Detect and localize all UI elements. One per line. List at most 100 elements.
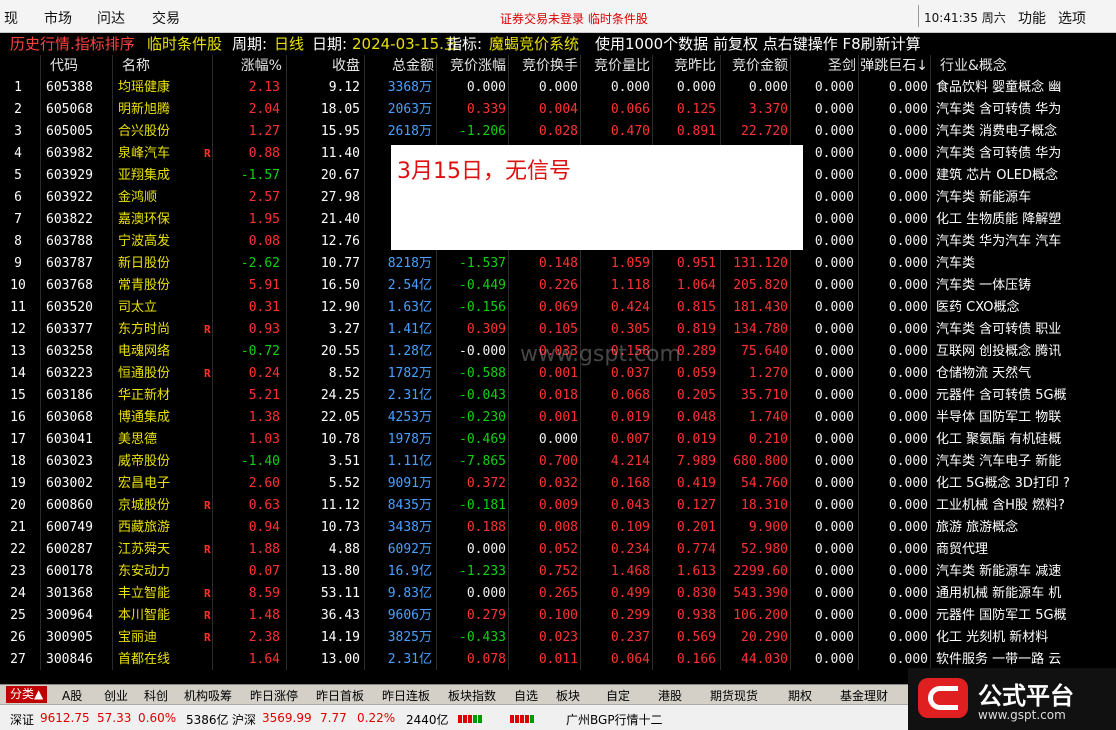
tab-chinext[interactable]: 创业	[104, 687, 128, 704]
table-row[interactable]: 24 301368 丰立智能 R 8.59 53.11 9.83亿 0.000 0.265 0.4…	[0, 583, 1116, 605]
row-number: 13	[10, 344, 26, 359]
menu-item-xian[interactable]: 现	[4, 8, 18, 28]
header-close[interactable]: 收盘	[286, 55, 360, 77]
tantiao-value: 0.000	[888, 410, 928, 425]
header-auction-volume-ratio[interactable]: 竞价量比	[580, 55, 650, 77]
watermark: www.gspt.com	[520, 342, 681, 367]
stock-name: 宁波高发	[118, 234, 171, 249]
header-code[interactable]: 代码	[50, 55, 110, 77]
stock-name: 美思德	[118, 432, 158, 447]
tab-custom[interactable]: 自定	[606, 687, 630, 704]
change-percent: 0.93	[248, 322, 280, 337]
auction-change: -1.206	[459, 124, 506, 139]
header-tantiao[interactable]: 弹跳巨石↓	[858, 55, 928, 77]
tab-yesterday-limitup[interactable]: 昨日涨停	[250, 687, 298, 704]
menu-item-function[interactable]: 功能	[1018, 8, 1046, 28]
table-row[interactable]: 16 603068 博通集成 1.38 22.05 4253万 -0.230 0.001 0.0…	[0, 407, 1116, 429]
auction-volume-ratio: 0.019	[610, 410, 650, 425]
stock-name: 宏昌电子	[118, 476, 171, 491]
auction-prev-ratio: 0.048	[676, 410, 716, 425]
row-number: 20	[10, 498, 26, 513]
table-row[interactable]: 12 603377 东方时尚 R 0.93 3.27 1.41亿 0.309 0.105 0.30…	[0, 319, 1116, 341]
stock-code: 603041	[46, 432, 93, 447]
tab-futures[interactable]: 期货现货	[710, 687, 758, 704]
tab-options[interactable]: 期权	[788, 687, 812, 704]
table-row[interactable]: 20 600860 京城股份 R 0.63 11.12 8435万 -0.181 0.009 0.…	[0, 495, 1116, 517]
tab-category[interactable]: 分类▲	[6, 686, 48, 703]
logo-mark-icon	[918, 678, 968, 718]
header-name[interactable]: 名称	[122, 55, 182, 77]
auction-turnover: 0.018	[538, 388, 578, 403]
table-row[interactable]: 22 600287 江苏舜天 R 1.88 4.88 6092万 0.000 0.052 0.23…	[0, 539, 1116, 561]
table-row[interactable]: 17 603041 美思德 1.03 10.78 1978万 -0.469 0.000 0.00…	[0, 429, 1116, 451]
header-amount[interactable]: 总金额	[364, 55, 434, 77]
date-value[interactable]: 2024-03-15.五	[352, 33, 459, 54]
auction-amount: 131.120	[733, 256, 788, 271]
row-number: 24	[10, 586, 26, 601]
total-amount: 8435万	[387, 498, 432, 513]
table-row[interactable]: 26 300905 宝丽迪 R 2.38 14.19 3825万 -0.433 0.023 0.2…	[0, 627, 1116, 649]
row-number: 18	[10, 454, 26, 469]
change-percent: -1.57	[240, 168, 280, 183]
table-row[interactable]: 3 605005 合兴股份 1.27 15.95 2618万 -1.206 0.028 0.47…	[0, 121, 1116, 143]
tab-hk[interactable]: 港股	[658, 687, 682, 704]
stock-code: 603982	[46, 146, 93, 161]
auction-volume-ratio: 0.109	[610, 520, 650, 535]
tab-funds[interactable]: 基金理财	[840, 687, 888, 704]
stock-name: 嘉澳环保	[118, 212, 171, 227]
shengjian-value: 0.000	[814, 278, 854, 293]
header-auction-prev-ratio[interactable]: 竞昨比	[652, 55, 716, 77]
period-label: 周期:	[232, 35, 268, 53]
total-amount: 1978万	[387, 432, 432, 447]
date-label: 日期:	[312, 35, 348, 53]
tab-star[interactable]: 科创	[144, 687, 168, 704]
auction-volume-ratio: 0.424	[610, 300, 650, 315]
tab-a-shares[interactable]: A股	[62, 687, 82, 704]
tab-watchlist[interactable]: 自选	[514, 687, 538, 704]
tab-sector-index[interactable]: 板块指数	[448, 687, 496, 704]
header-auction-change[interactable]: 竞价涨幅	[436, 55, 506, 77]
menu-item-wenda[interactable]: 问达	[97, 8, 125, 28]
table-row[interactable]: 10 603768 常青股份 5.91 16.50 2.54亿 -0.449 0.226 1.1…	[0, 275, 1116, 297]
auction-amount: 20.290	[741, 630, 788, 645]
view-title[interactable]: 历史行情.指标排序	[10, 33, 135, 54]
table-row[interactable]: 21 600749 西藏旅游 0.94 10.73 3438万 0.188 0.008 0.10…	[0, 517, 1116, 539]
close-price: 36.43	[320, 608, 360, 623]
tab-sector[interactable]: 板块	[556, 687, 580, 704]
table-row[interactable]: 15 603186 华正新材 5.21 24.25 2.31亿 -0.043 0.018 0.0…	[0, 385, 1116, 407]
menu-item-trade[interactable]: 交易	[152, 8, 180, 28]
table-row[interactable]: 11 603520 司太立 0.31 12.90 1.63亿 -0.156 0.069 0.42…	[0, 297, 1116, 319]
table-row[interactable]: 9 603787 新日股份 -2.62 10.77 8218万 -1.537 0.148 1.0…	[0, 253, 1116, 275]
tab-institution[interactable]: 机构吸筹	[184, 687, 232, 704]
login-status: 证券交易未登录 临时条件股	[500, 12, 648, 26]
indicator-value[interactable]: 魔蝎竞价系统	[489, 33, 579, 54]
header-shengjian[interactable]: 圣剑	[790, 55, 856, 77]
header-auction-turnover[interactable]: 竞价换手	[508, 55, 578, 77]
header-industry[interactable]: 行业&概念	[940, 55, 1116, 77]
table-row[interactable]: 2 605068 明新旭腾 2.04 18.05 2063万 0.339 0.004 0.066…	[0, 99, 1116, 121]
menu-item-market[interactable]: 市场	[44, 8, 72, 28]
condition-mode[interactable]: 临时条件股	[147, 33, 222, 54]
period-value[interactable]: 日线	[274, 33, 304, 54]
tab-yesterday-consec[interactable]: 昨日连板	[382, 687, 430, 704]
logo-url: www.gspt.com	[978, 708, 1066, 722]
change-percent: 0.63	[248, 498, 280, 513]
table-row[interactable]: 19 603002 宏昌电子 2.60 5.52 9091万 0.372 0.032 0.168…	[0, 473, 1116, 495]
header-change[interactable]: 涨幅%	[212, 55, 282, 77]
close-price: 14.19	[320, 630, 360, 645]
table-row[interactable]: 25 300964 本川智能 R 1.48 36.43 9606万 0.279 0.100 0.2…	[0, 605, 1116, 627]
industry-concepts: 食品饮料 婴童概念 幽	[936, 80, 1062, 95]
auction-prev-ratio: 0.125	[676, 102, 716, 117]
shengjian-value: 0.000	[814, 322, 854, 337]
hs-change: 7.77	[320, 711, 347, 725]
table-row[interactable]: 18 603023 威帝股份 -1.40 3.51 1.11亿 -7.865 0.700 4.2…	[0, 451, 1116, 473]
table-row[interactable]: 1 605388 均瑶健康 2.13 9.12 3368万 0.000 0.000 0.000 0…	[0, 77, 1116, 99]
table-row[interactable]: 23 600178 东安动力 0.07 13.80 16.9亿 -1.233 0.752 1.4…	[0, 561, 1116, 583]
auction-change: -7.865	[459, 454, 506, 469]
auction-amount: 2299.60	[733, 564, 788, 579]
hs-percent: 0.22%	[357, 711, 396, 725]
tab-yesterday-first[interactable]: 昨日首板	[316, 687, 364, 704]
broker-server[interactable]: 广州BGP行情十二	[566, 711, 663, 728]
menu-item-options[interactable]: 选项	[1058, 8, 1086, 28]
header-auction-amount[interactable]: 竞价金额	[720, 55, 788, 77]
